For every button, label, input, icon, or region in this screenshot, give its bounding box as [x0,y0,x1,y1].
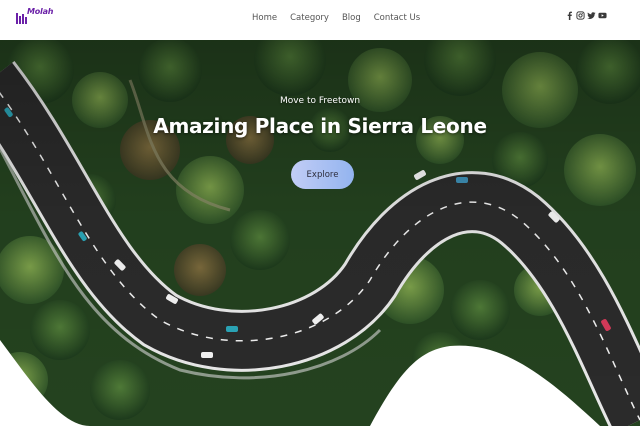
social-links [565,11,609,20]
hero-section: Move to Freetown Amazing Place in Sierra… [0,40,640,426]
main-nav: Home Category Blog Contact Us [252,13,433,23]
hero-title: Amazing Place in Sierra Leone [153,114,487,138]
site-header: Molah Home Category Blog Contact Us [0,0,640,40]
nav-link-contact-us[interactable]: Contact Us [374,13,420,23]
nav-link-blog[interactable]: Blog [342,13,361,23]
twitter-icon[interactable] [587,11,596,20]
site-logo[interactable]: Molah [16,7,54,25]
nav-link-home[interactable]: Home [252,13,277,23]
explore-button[interactable]: Explore [291,160,354,189]
hero-subtitle: Move to Freetown [279,96,361,106]
logo-text: Molah [27,7,54,16]
nav-link-category[interactable]: Category [290,13,329,23]
facebook-icon[interactable] [565,11,574,20]
instagram-icon[interactable] [576,11,585,20]
youtube-icon[interactable] [598,11,607,20]
